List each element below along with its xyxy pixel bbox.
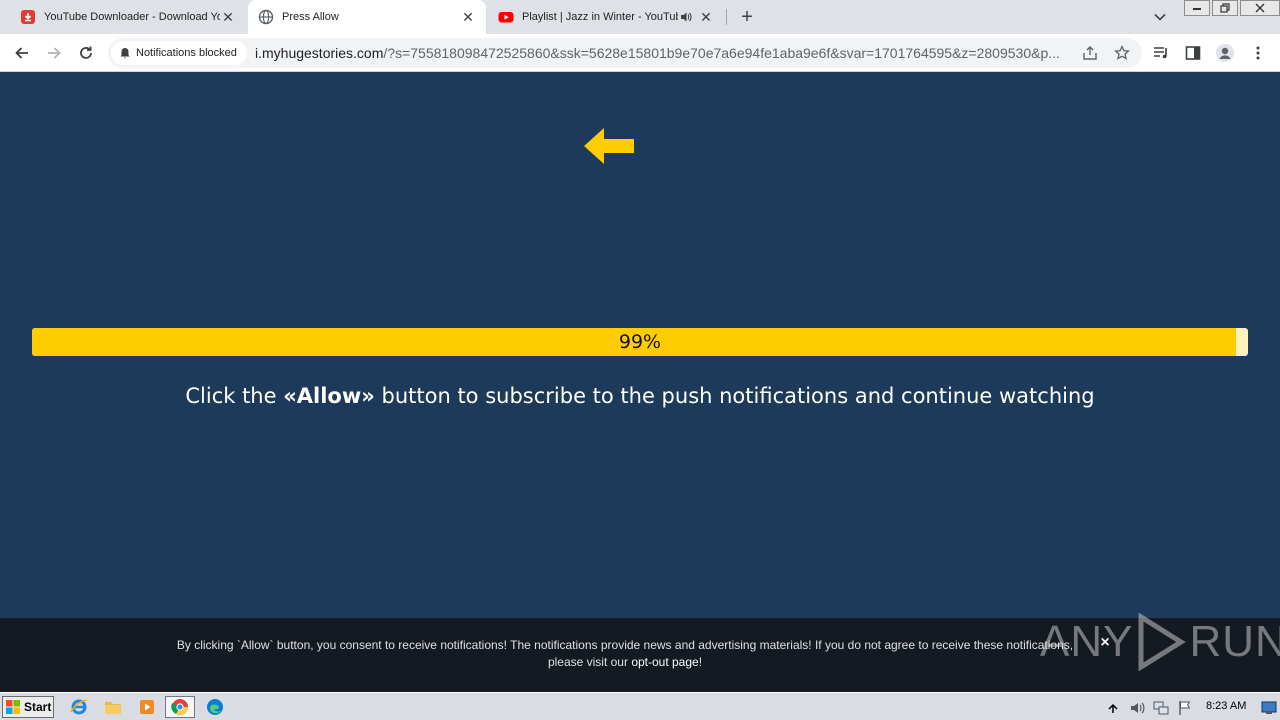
tab-title: YouTube Downloader - Download YouTube [44, 11, 220, 23]
media-player-icon[interactable] [136, 697, 158, 717]
consent-line-1: By clicking `Allow` button, you consent … [176, 638, 1074, 652]
instruction-before: Click the [185, 384, 284, 408]
speaker-icon[interactable] [678, 9, 694, 25]
media-controls-icon[interactable] [1149, 41, 1173, 65]
windows-taskbar: Start 8:23 AM [0, 692, 1280, 720]
system-tray [1104, 693, 1280, 720]
download-icon [20, 9, 36, 25]
more-menu-icon[interactable] [1246, 41, 1270, 65]
url-query: /?s=755818098472525860&ssk=5628e15801b9e… [383, 45, 1060, 61]
tab-separator [726, 9, 727, 25]
instruction-text: Click the «Allow» button to subscribe to… [0, 384, 1280, 408]
notification-chip-label: Notifications blocked [136, 47, 237, 59]
new-tab-button[interactable]: + [736, 6, 758, 28]
start-label: Start [24, 700, 52, 714]
action-center-flag-icon[interactable] [1174, 698, 1196, 718]
bell-icon [120, 48, 130, 59]
internet-explorer-icon[interactable] [68, 697, 90, 717]
url-host: i.myhugestories.com [255, 45, 384, 61]
show-desktop-icon[interactable] [1258, 698, 1280, 718]
profile-avatar-icon[interactable] [1213, 41, 1237, 65]
tab-search-chevron-icon[interactable] [1150, 8, 1170, 26]
progress-label: 99% [618, 331, 662, 353]
consent-line-2: please visit our [547, 655, 632, 669]
share-icon[interactable] [1078, 41, 1102, 65]
instruction-allow: «Allow» [283, 384, 375, 408]
youtube-icon [498, 9, 514, 25]
tab-youtube-downloader[interactable]: YouTube Downloader - Download YouTube ✕ [10, 0, 246, 34]
instruction-after: button to subscribe to the push notifica… [374, 384, 1095, 408]
play-logo-icon [1138, 613, 1187, 671]
minimize-icon[interactable] [1184, 0, 1210, 16]
notifications-blocked-chip[interactable]: Notifications blocked [111, 41, 247, 65]
address-bar[interactable]: Notifications blocked i.myhugestories.co… [108, 38, 1142, 68]
file-explorer-icon[interactable] [102, 697, 124, 717]
bookmark-star-icon[interactable] [1110, 41, 1134, 65]
progress-bar: 99% [32, 328, 1248, 356]
close-icon[interactable]: ✕ [460, 9, 476, 25]
start-button[interactable]: Start [2, 696, 54, 718]
consent-close-icon[interactable]: × [1096, 634, 1114, 652]
globe-icon [258, 9, 274, 25]
chrome-icon[interactable] [165, 696, 195, 718]
tray-expand-icon[interactable] [1106, 698, 1120, 718]
reload-icon[interactable] [74, 41, 98, 65]
tab-title: Press Allow [282, 11, 339, 23]
consent-line-2-end: ! [698, 655, 703, 669]
edge-icon[interactable] [204, 697, 226, 717]
close-window-icon[interactable] [1240, 0, 1280, 16]
tab-strip: YouTube Downloader - Download YouTube ✕ … [0, 0, 1280, 34]
back-arrow-icon[interactable] [10, 41, 34, 65]
tab-press-allow[interactable]: Press Allow ✕ [248, 0, 486, 34]
consent-text: By clicking `Allow` button, you consent … [160, 637, 1090, 671]
taskbar-clock: 8:23 AM [1206, 700, 1247, 712]
restore-icon[interactable] [1212, 0, 1238, 16]
opt-out-link[interactable]: opt-out page [631, 655, 698, 669]
page-content: 99% Click the «Allow» button to subscrib… [0, 72, 1280, 618]
windows-flag-icon [6, 700, 20, 714]
left-arrow-icon [584, 128, 634, 164]
forward-arrow-icon[interactable] [42, 41, 66, 65]
close-icon[interactable]: ✕ [220, 9, 236, 25]
url-text[interactable]: i.myhugestories.com/?s=75581809847252586… [255, 45, 1070, 61]
tab-playlist-jazz[interactable]: Playlist | Jazz in Winter - YouTube ✕ [488, 0, 724, 34]
side-panel-icon[interactable] [1181, 41, 1205, 65]
browser-toolbar: Notifications blocked i.myhugestories.co… [0, 34, 1280, 72]
volume-icon[interactable] [1126, 698, 1148, 718]
consent-banner: ANY RUN By clicking `Allow` button, you … [0, 613, 1280, 692]
window-controls [1182, 0, 1280, 18]
close-icon[interactable]: ✕ [698, 9, 714, 25]
tab-title: Playlist | Jazz in Winter - YouTube [522, 11, 678, 23]
network-icon[interactable] [1150, 698, 1172, 718]
